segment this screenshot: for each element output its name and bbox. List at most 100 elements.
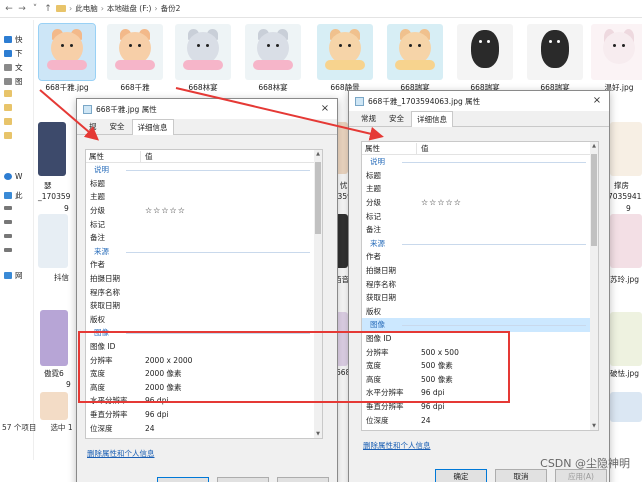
close-icon[interactable]: × <box>591 95 603 106</box>
close-icon[interactable]: × <box>319 103 331 114</box>
sidebar-folder-1[interactable] <box>4 90 12 97</box>
thumbnail-partial[interactable] <box>40 310 68 366</box>
sidebar-drive-1[interactable] <box>4 206 12 210</box>
remove-properties-link[interactable]: 删除属性和个人信息 <box>363 440 431 451</box>
property-row[interactable]: 标记 <box>86 217 314 231</box>
property-row[interactable]: 版权 <box>362 305 590 319</box>
sidebar-item-documents[interactable]: 文 <box>4 62 23 73</box>
property-row[interactable]: 主题 <box>86 190 314 204</box>
breadcrumb-folder[interactable]: 备份2 <box>161 3 181 14</box>
tab-general[interactable]: 常规 <box>355 110 382 126</box>
sidebar-item-quick-access[interactable]: 快 <box>4 34 23 45</box>
sidebar-folder-2[interactable] <box>4 104 12 111</box>
sidebar-drive-3[interactable] <box>4 234 12 238</box>
thumbnail-partial[interactable] <box>38 122 66 176</box>
sidebar-item-downloads[interactable]: 下 <box>4 48 23 59</box>
property-row[interactable]: 拍摄日期 <box>86 272 314 286</box>
property-row[interactable]: 获取日期 <box>86 299 314 313</box>
up-arrow-icon[interactable]: ↑ <box>43 4 53 14</box>
file-tile[interactable]: 668瑞宴 <box>526 24 584 93</box>
scroll-down-icon[interactable]: ▼ <box>590 423 598 429</box>
tab-security[interactable]: 安全 <box>383 110 410 126</box>
ok-button[interactable] <box>157 477 209 482</box>
sidebar-folder-4[interactable] <box>4 132 12 139</box>
vertical-scrollbar[interactable]: ▲ ▼ <box>590 142 598 430</box>
thumbnail-partial[interactable] <box>610 392 642 422</box>
scroll-up-icon[interactable]: ▲ <box>590 143 598 149</box>
rating-stars[interactable]: ☆☆☆☆☆ <box>141 206 186 215</box>
property-row[interactable]: 分级 ☆☆☆☆☆ <box>86 204 314 218</box>
file-tile-selected[interactable]: 668千雅.jpg <box>38 23 96 93</box>
scrollbar-thumb[interactable] <box>591 154 597 246</box>
apply-button[interactable] <box>277 477 329 482</box>
sidebar-drive-2[interactable] <box>4 220 12 224</box>
file-tile[interactable]: 668瑞宴 <box>386 24 444 93</box>
tab-details[interactable]: 详细信息 <box>411 111 453 127</box>
thumbnail-partial[interactable] <box>40 392 68 420</box>
property-row[interactable]: 备注 <box>362 223 590 237</box>
remove-properties-link[interactable]: 删除属性和个人信息 <box>87 448 155 459</box>
file-tile[interactable]: 668林宴 <box>244 24 302 93</box>
tab-general[interactable]: 规 <box>83 118 103 134</box>
scroll-up-icon[interactable]: ▲ <box>314 151 322 157</box>
thumbnail-partial[interactable] <box>610 122 642 176</box>
sidebar-item-onedrive[interactable]: W <box>4 172 22 181</box>
property-group-header[interactable]: 说明 <box>362 155 590 169</box>
property-row[interactable]: 垂直分辨率 96 dpi <box>86 408 314 422</box>
property-row[interactable]: 程序名称 <box>86 285 314 299</box>
property-row[interactable]: 作者 <box>86 258 314 272</box>
tab-details[interactable]: 详细信息 <box>131 119 174 135</box>
property-group-header[interactable]: 来源 <box>86 245 314 259</box>
thumbnail-partial[interactable] <box>38 214 68 268</box>
rating-stars[interactable]: ☆☆☆☆☆ <box>417 198 462 207</box>
property-row[interactable]: 版权 <box>86 313 314 327</box>
file-tile[interactable]: 668千雅 <box>106 24 164 93</box>
file-tile[interactable]: 668静景 <box>316 24 374 93</box>
sidebar-folder-3[interactable] <box>4 118 12 125</box>
property-row[interactable]: 获取日期 <box>362 291 590 305</box>
property-row[interactable]: 分级 ☆☆☆☆☆ <box>362 196 590 210</box>
property-row[interactable]: 标记 <box>362 209 590 223</box>
back-arrow-icon[interactable]: ← <box>4 4 14 14</box>
dialog-tabs: 常规 安全 详细信息 <box>349 111 609 127</box>
property-group-header[interactable]: 来源 <box>362 237 590 251</box>
property-row[interactable]: 标题 <box>362 169 590 183</box>
thumbnail-partial[interactable] <box>610 214 642 268</box>
column-header-name[interactable]: 属性 <box>362 142 417 154</box>
property-row[interactable]: 位深度 24 <box>362 413 590 427</box>
cancel-button[interactable] <box>217 477 269 482</box>
column-header-name[interactable]: 属性 <box>86 150 141 162</box>
sidebar-item-this-pc[interactable]: 此 <box>4 190 23 201</box>
thumbnail-partial[interactable] <box>610 312 642 366</box>
file-tile[interactable]: 668林宴 <box>174 24 232 93</box>
ok-button[interactable]: 确定 <box>435 469 487 482</box>
property-row[interactable]: 拍摄日期 <box>362 264 590 278</box>
property-name: 分级 <box>90 206 105 216</box>
file-tile[interactable]: 668瑞宴 <box>456 24 514 93</box>
scroll-down-icon[interactable]: ▼ <box>314 431 322 437</box>
property-row[interactable]: 位深度 24 <box>86 421 314 435</box>
property-row[interactable]: 备注 <box>86 231 314 245</box>
property-row[interactable]: 程序名称 <box>362 277 590 291</box>
breadcrumb-this-pc[interactable]: 此电脑 <box>75 3 98 14</box>
file-tile[interactable]: 温好.jpg <box>590 24 642 93</box>
forward-arrow-icon[interactable]: → <box>17 4 27 14</box>
scrollbar-thumb[interactable] <box>315 162 321 234</box>
property-group-header[interactable]: 图像 <box>362 318 590 332</box>
tab-security[interactable]: 安全 <box>104 118 131 134</box>
column-header-value[interactable]: 值 <box>141 151 153 162</box>
property-row[interactable]: 主题 <box>362 182 590 196</box>
sidebar-item-pictures[interactable]: 图 <box>4 76 23 87</box>
dialog-titlebar[interactable]: 668千雅_1703594063.jpg 属性 × <box>349 91 609 111</box>
sidebar-item-network[interactable]: 网 <box>4 270 23 281</box>
chevron-down-icon[interactable]: ˅ <box>30 4 40 14</box>
property-group-header[interactable]: 说明 <box>86 163 314 177</box>
thumbnail-elephant <box>245 24 301 80</box>
breadcrumb-drive[interactable]: 本地磁盘 (F:) <box>107 3 152 14</box>
sidebar-drive-4[interactable] <box>4 248 12 252</box>
address-bar[interactable]: ← → ˅ ↑ › 此电脑 › 本地磁盘 (F:) › 备份2 <box>0 0 642 18</box>
column-header-value[interactable]: 值 <box>417 143 429 154</box>
property-row[interactable]: 标题 <box>86 177 314 191</box>
property-row[interactable]: 作者 <box>362 250 590 264</box>
dialog-titlebar[interactable]: 668千雅.jpg 属性 × <box>77 99 337 119</box>
